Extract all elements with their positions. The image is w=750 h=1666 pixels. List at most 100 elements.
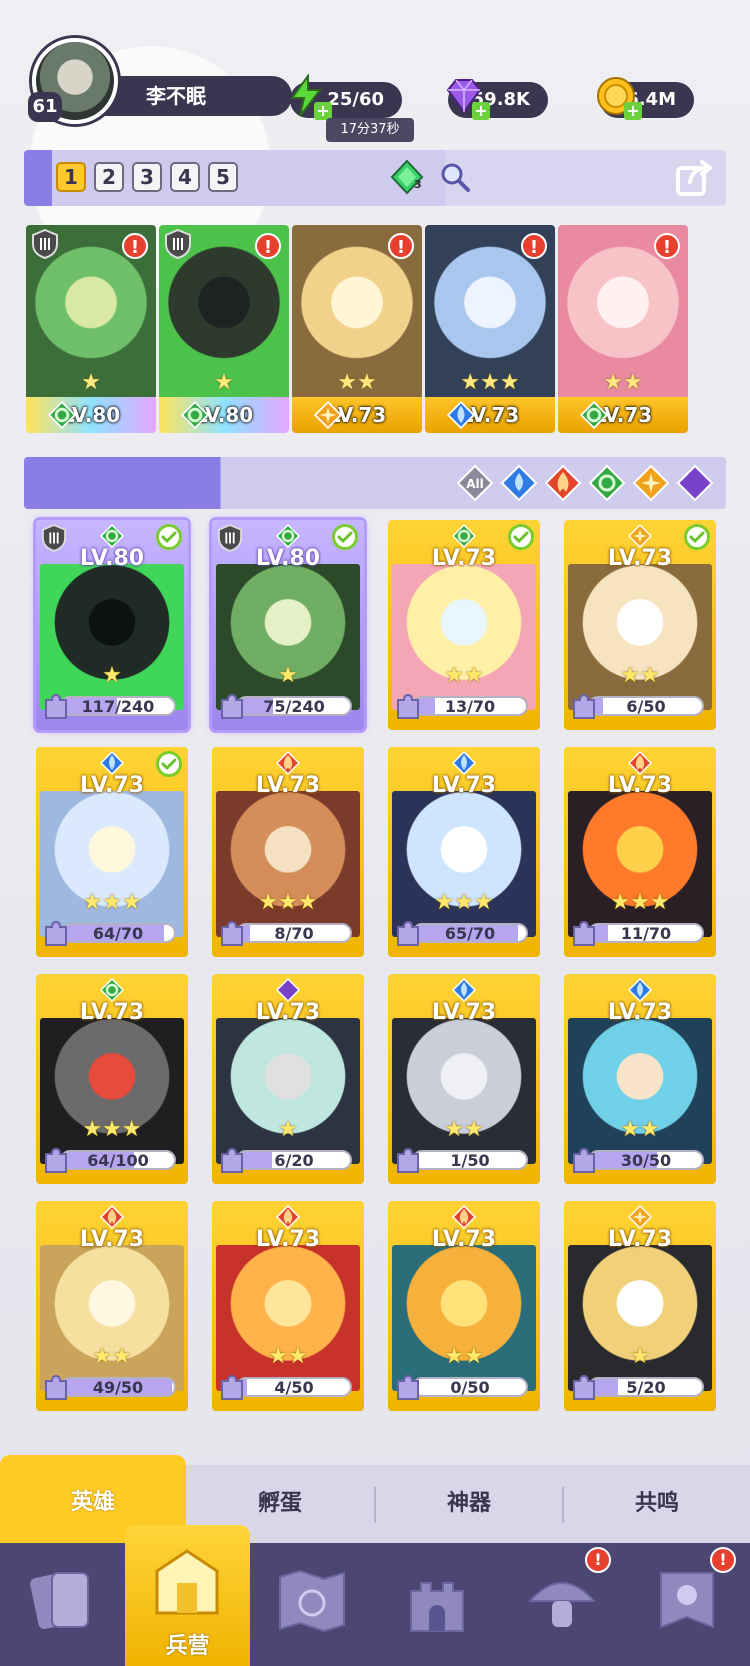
filter-nature-icon[interactable] [588, 464, 626, 502]
hero-card[interactable]: LV.80 ★ 117/240 [36, 520, 188, 730]
hero-level: LV.73 [79, 1227, 145, 1252]
collection-subtabs: 英雄 孵蛋 神器 共鸣 [0, 1455, 750, 1543]
fragment-progress-bar: 64/100 [60, 1150, 176, 1170]
hero-card[interactable]: LV.73 ★★ 13/70 [388, 520, 540, 730]
hero-card[interactable]: LV.73 ★★★ 64/100 [36, 974, 188, 1184]
nav-barracks[interactable]: 兵营 [125, 1525, 250, 1666]
hero-stars: ★★ [444, 1117, 484, 1142]
filter-water-icon[interactable] [500, 464, 538, 502]
gem-counter[interactable]: + 59.8K [446, 79, 548, 120]
hero-card[interactable]: LV.73 ★★ 4/50 [212, 1201, 364, 1411]
fragment-progress-bar: 65/70 [412, 923, 528, 943]
fragment-count: 49/50 [92, 1378, 144, 1397]
tab-artifacts[interactable]: 神器 [376, 1465, 562, 1543]
hero-stars: ★★★ [610, 890, 670, 915]
hero-level: LV.80 [159, 397, 289, 433]
fragment-count: 117/240 [81, 697, 155, 716]
hero-portrait [216, 791, 360, 937]
tab-resonance[interactable]: 共鸣 [564, 1465, 750, 1543]
nature-element-icon [181, 401, 209, 429]
hero-portrait [568, 791, 712, 937]
hero-level: LV.73 [431, 546, 497, 571]
alert-badge: ! [654, 233, 680, 259]
team-tab-2[interactable]: 2 [94, 162, 124, 192]
hero-portrait [40, 1245, 184, 1391]
player-level-badge: 61 [28, 92, 62, 122]
energy-counter[interactable]: + 25/60 [290, 74, 402, 120]
hero-portrait [568, 1245, 712, 1391]
fire-element-icon [100, 1205, 124, 1229]
fragment-count: 13/70 [444, 697, 496, 716]
fragment-progress-bar: 5/20 [588, 1377, 704, 1397]
hero-card[interactable]: LV.73 ★★ 49/50 [36, 1201, 188, 1411]
hero-level: LV.80 [26, 397, 156, 433]
hero-level: LV.80 [79, 546, 145, 571]
add-gems-icon[interactable]: + [472, 102, 490, 120]
team-tabs: 1 2 3 4 5 [56, 162, 238, 192]
team-tab-3[interactable]: 3 [132, 162, 162, 192]
hero-stars: ★★★ [460, 370, 520, 395]
alert-badge: ! [585, 1547, 611, 1573]
energy-timer: 17分37秒 [326, 118, 414, 142]
nav-castle[interactable] [375, 1543, 500, 1666]
puzzle-piece-icon [573, 1374, 595, 1400]
hero-portrait [568, 1018, 712, 1164]
search-icon[interactable] [438, 160, 472, 194]
hero-stars: ★ [278, 663, 298, 688]
add-gold-icon[interactable]: + [624, 102, 642, 120]
hero-card[interactable]: LV.73 ★★★ 8/70 [212, 747, 364, 957]
hero-card[interactable]: LV.73 ★ 6/20 [212, 974, 364, 1184]
share-icon[interactable] [674, 156, 716, 198]
team-tab-4[interactable]: 4 [170, 162, 200, 192]
hero-level: LV.73 [431, 1000, 497, 1025]
team-hero-card[interactable]: ★ LV.80 ! [26, 225, 156, 433]
filter-light-icon[interactable] [632, 464, 670, 502]
fragment-progress-bar: 64/70 [60, 923, 176, 943]
gold-counter[interactable]: + 6.4M [597, 77, 694, 120]
hero-card[interactable]: LV.73 ★★ 6/50 [564, 520, 716, 730]
player-profile[interactable]: 李不眠 61 [28, 38, 292, 124]
hero-card[interactable]: LV.73 ★ 5/20 [564, 1201, 716, 1411]
hero-card[interactable]: LV.73 ★★★ 64/70 [36, 747, 188, 957]
nav-cards[interactable] [0, 1543, 125, 1666]
fragment-count: 4/50 [274, 1378, 314, 1397]
fire-element-icon [276, 751, 300, 775]
water-element-icon [452, 978, 476, 1002]
hero-card[interactable]: LV.73 ★★★ 11/70 [564, 747, 716, 957]
fragment-progress-bar: 6/50 [588, 696, 704, 716]
alert-badge: ! [521, 233, 547, 259]
fragment-count: 8/70 [274, 924, 314, 943]
nature-element-icon [452, 524, 476, 548]
hero-card[interactable]: LV.73 ★★ 30/50 [564, 974, 716, 1184]
nav-mushroom[interactable]: ! [500, 1543, 625, 1666]
filter-fire-icon[interactable] [544, 464, 582, 502]
puzzle-piece-icon [221, 1147, 243, 1173]
fragment-progress-bar: 4/50 [236, 1377, 352, 1397]
puzzle-piece-icon [397, 693, 419, 719]
team-hero-card[interactable]: ★★ LV.73 ! [292, 225, 422, 433]
team-tab-5[interactable]: 5 [208, 162, 238, 192]
nav-banner[interactable]: ! [625, 1543, 750, 1666]
hero-card[interactable]: LV.73 ★★ 1/50 [388, 974, 540, 1184]
hero-card[interactable]: LV.80 ★ 75/240 [212, 520, 364, 730]
nature-element-icon [48, 401, 76, 429]
puzzle-piece-icon [45, 1374, 67, 1400]
element-filter-bar: All [24, 457, 726, 509]
hero-portrait [216, 1245, 360, 1391]
alert-badge: ! [122, 233, 148, 259]
team-hero-card[interactable]: ★★★ LV.73 ! [425, 225, 555, 433]
filter-dark-icon[interactable] [676, 464, 714, 502]
nav-map[interactable] [250, 1543, 375, 1666]
hero-level: LV.73 [431, 773, 497, 798]
alert-badge: ! [255, 233, 281, 259]
team-tab-1[interactable]: 1 [56, 162, 86, 192]
hero-card[interactable]: LV.73 ★★ 0/50 [388, 1201, 540, 1411]
team-hero-card[interactable]: ★ LV.80 ! [159, 225, 289, 433]
banner-icon [660, 1572, 714, 1629]
hero-card[interactable]: LV.73 ★★★ 65/70 [388, 747, 540, 957]
team-hero-card[interactable]: ★★ LV.73 ! [558, 225, 688, 433]
fragment-progress-bar: 1/50 [412, 1150, 528, 1170]
filter-all-chip[interactable]: All [456, 464, 494, 502]
fragment-count: 65/70 [444, 924, 496, 943]
puzzle-piece-icon [221, 920, 243, 946]
